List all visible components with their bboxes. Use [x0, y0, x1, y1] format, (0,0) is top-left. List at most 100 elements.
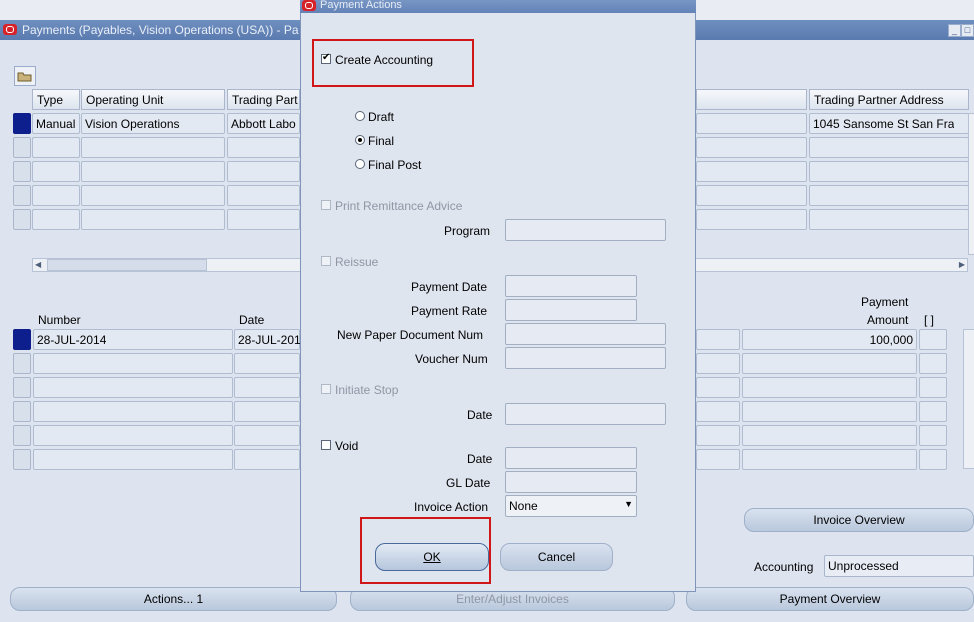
cancel-button[interactable]: Cancel: [500, 543, 613, 571]
empty-cell[interactable]: [919, 353, 947, 374]
empty-cell[interactable]: [742, 425, 917, 446]
cell-trading-partner-address[interactable]: 1045 Sansome St San Fra: [809, 113, 969, 134]
payment-overview-button[interactable]: Payment Overview: [686, 587, 974, 611]
line-row-selector[interactable]: [13, 353, 31, 374]
empty-cell[interactable]: [32, 161, 80, 182]
empty-cell[interactable]: [696, 161, 807, 182]
empty-cell[interactable]: [33, 401, 233, 422]
empty-cell[interactable]: [234, 425, 300, 446]
line-row-selector[interactable]: [13, 425, 31, 446]
column-header-type[interactable]: Type: [32, 89, 80, 110]
empty-cell[interactable]: [33, 377, 233, 398]
empty-cell[interactable]: [696, 209, 807, 230]
line-cell-number[interactable]: 28-JUL-2014: [33, 329, 233, 350]
vertical-scrollbar-bottom[interactable]: [963, 329, 974, 469]
empty-cell[interactable]: [696, 401, 740, 422]
ok-button[interactable]: OK: [375, 543, 489, 571]
minimize-icon[interactable]: _: [948, 24, 961, 37]
void-date-field[interactable]: [505, 447, 637, 469]
folder-open-icon[interactable]: [14, 66, 36, 86]
empty-cell[interactable]: [809, 161, 969, 182]
line-cell-blank[interactable]: [696, 329, 740, 350]
empty-cell[interactable]: [33, 425, 233, 446]
empty-cell[interactable]: [696, 353, 740, 374]
empty-cell[interactable]: [696, 425, 740, 446]
maximize-icon[interactable]: □: [961, 24, 974, 37]
program-field[interactable]: [505, 219, 666, 241]
line-row-selector[interactable]: [13, 329, 31, 350]
actions-button[interactable]: Actions... 1: [10, 587, 337, 611]
empty-cell[interactable]: [227, 185, 300, 206]
draft-radio[interactable]: [355, 111, 365, 121]
payment-rate-field[interactable]: [505, 299, 637, 321]
empty-cell[interactable]: [32, 209, 80, 230]
row-selector[interactable]: [13, 137, 31, 158]
line-row-selector[interactable]: [13, 449, 31, 470]
scroll-left-icon[interactable]: ◀: [35, 260, 41, 269]
empty-cell[interactable]: [809, 209, 969, 230]
empty-cell[interactable]: [919, 449, 947, 470]
empty-cell[interactable]: [919, 377, 947, 398]
column-header-trading-partner[interactable]: Trading Part: [227, 89, 300, 110]
empty-cell[interactable]: [696, 137, 807, 158]
empty-cell[interactable]: [919, 425, 947, 446]
empty-cell[interactable]: [742, 353, 917, 374]
empty-cell[interactable]: [32, 185, 80, 206]
empty-cell[interactable]: [696, 185, 807, 206]
empty-cell[interactable]: [234, 401, 300, 422]
row-selector[interactable]: [13, 161, 31, 182]
print-remittance-checkbox[interactable]: [321, 200, 331, 210]
empty-cell[interactable]: [81, 209, 225, 230]
cell-operating-unit[interactable]: Vision Operations: [81, 113, 225, 134]
new-paper-doc-field[interactable]: [505, 323, 666, 345]
scroll-right-icon[interactable]: ▶: [959, 260, 965, 269]
empty-cell[interactable]: [81, 137, 225, 158]
accounting-status-field[interactable]: Unprocessed: [824, 555, 974, 577]
empty-cell[interactable]: [742, 449, 917, 470]
line-cell-amount[interactable]: 100,000: [742, 329, 917, 350]
row-selector[interactable]: [13, 113, 31, 134]
empty-cell[interactable]: [919, 401, 947, 422]
column-header-trading-partner-address[interactable]: Trading Partner Address: [809, 89, 969, 110]
empty-cell[interactable]: [742, 377, 917, 398]
empty-cell[interactable]: [227, 161, 300, 182]
empty-cell[interactable]: [227, 209, 300, 230]
create-accounting-checkbox[interactable]: [321, 52, 331, 64]
row-selector[interactable]: [13, 185, 31, 206]
scrollbar-thumb[interactable]: [47, 259, 207, 271]
column-header-operating-unit[interactable]: Operating Unit: [81, 89, 225, 110]
empty-cell[interactable]: [33, 353, 233, 374]
gl-date-field[interactable]: [505, 471, 637, 493]
void-checkbox[interactable]: [321, 440, 331, 450]
empty-cell[interactable]: [809, 137, 969, 158]
final-radio[interactable]: [355, 135, 365, 145]
reissue-checkbox[interactable]: [321, 256, 331, 266]
empty-cell[interactable]: [696, 377, 740, 398]
line-cell-check[interactable]: [919, 329, 947, 350]
empty-cell[interactable]: [33, 449, 233, 470]
voucher-num-field[interactable]: [505, 347, 666, 369]
empty-cell[interactable]: [32, 137, 80, 158]
stop-date-field[interactable]: [505, 403, 666, 425]
empty-cell[interactable]: [81, 161, 225, 182]
row-selector[interactable]: [13, 209, 31, 230]
cell-blank[interactable]: [696, 113, 807, 134]
empty-cell[interactable]: [81, 185, 225, 206]
cell-type[interactable]: Manual: [32, 113, 80, 134]
empty-cell[interactable]: [234, 449, 300, 470]
empty-cell[interactable]: [742, 401, 917, 422]
empty-cell[interactable]: [234, 377, 300, 398]
empty-cell[interactable]: [234, 353, 300, 374]
line-row-selector[interactable]: [13, 377, 31, 398]
line-row-selector[interactable]: [13, 401, 31, 422]
empty-cell[interactable]: [227, 137, 300, 158]
line-cell-date[interactable]: 28-JUL-201: [234, 329, 301, 350]
final-post-radio[interactable]: [355, 159, 365, 169]
empty-cell[interactable]: [809, 185, 969, 206]
cell-trading-partner[interactable]: Abbott Labo: [227, 113, 300, 134]
payment-date-field[interactable]: [505, 275, 637, 297]
vertical-scrollbar-top[interactable]: [968, 113, 974, 255]
invoice-action-select[interactable]: None ▼: [505, 495, 637, 517]
invoice-overview-button[interactable]: Invoice Overview: [744, 508, 974, 532]
column-header-blank[interactable]: [696, 89, 807, 110]
